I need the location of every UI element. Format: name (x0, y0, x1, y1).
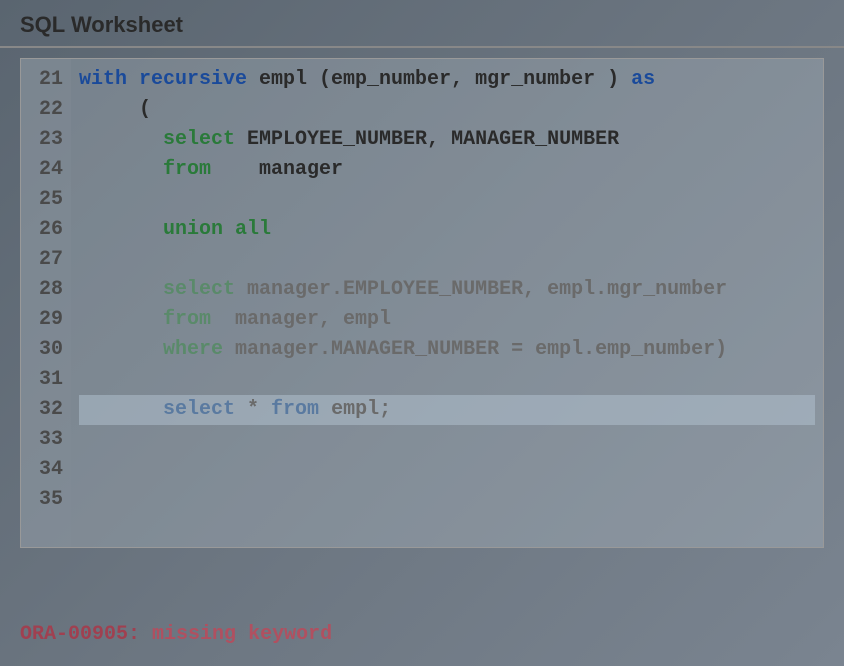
code-line: ( (79, 95, 815, 125)
line-number: 30 (25, 335, 63, 365)
code-line: select EMPLOYEE_NUMBER, MANAGER_NUMBER (79, 125, 815, 155)
sql-editor[interactable]: 212223242526272829303132333435 with recu… (20, 58, 824, 548)
line-number: 27 (25, 245, 63, 275)
worksheet-title: SQL Worksheet (20, 12, 183, 37)
code-line: from manager (79, 155, 815, 185)
code-line: from manager, empl (79, 305, 815, 335)
code-line: select * from empl; (79, 395, 815, 425)
line-number: 34 (25, 455, 63, 485)
code-line (79, 185, 815, 215)
code-line: with recursive empl (emp_number, mgr_num… (79, 65, 815, 95)
line-number: 35 (25, 485, 63, 515)
code-line (79, 485, 815, 515)
error-output: ORA-00905: missing keyword (20, 623, 332, 646)
error-message: missing keyword (152, 623, 332, 646)
line-number: 28 (25, 275, 63, 305)
line-number: 21 (25, 65, 63, 95)
line-number: 32 (25, 395, 63, 425)
line-number-gutter: 212223242526272829303132333435 (21, 59, 71, 547)
code-line (79, 455, 815, 485)
code-area: 212223242526272829303132333435 with recu… (21, 59, 823, 547)
code-line (79, 245, 815, 275)
code-line: union all (79, 215, 815, 245)
line-number: 24 (25, 155, 63, 185)
line-number: 23 (25, 125, 63, 155)
line-number: 33 (25, 425, 63, 455)
line-number: 31 (25, 365, 63, 395)
code-line: select manager.EMPLOYEE_NUMBER, empl.mgr… (79, 275, 815, 305)
code-line (79, 365, 815, 395)
line-number: 22 (25, 95, 63, 125)
code-line (79, 425, 815, 455)
line-number: 26 (25, 215, 63, 245)
code-line: where manager.MANAGER_NUMBER = empl.emp_… (79, 335, 815, 365)
error-code: ORA-00905: (20, 623, 140, 646)
worksheet-header: SQL Worksheet (0, 0, 844, 48)
line-number: 25 (25, 185, 63, 215)
code-content[interactable]: with recursive empl (emp_number, mgr_num… (71, 59, 823, 547)
line-number: 29 (25, 305, 63, 335)
